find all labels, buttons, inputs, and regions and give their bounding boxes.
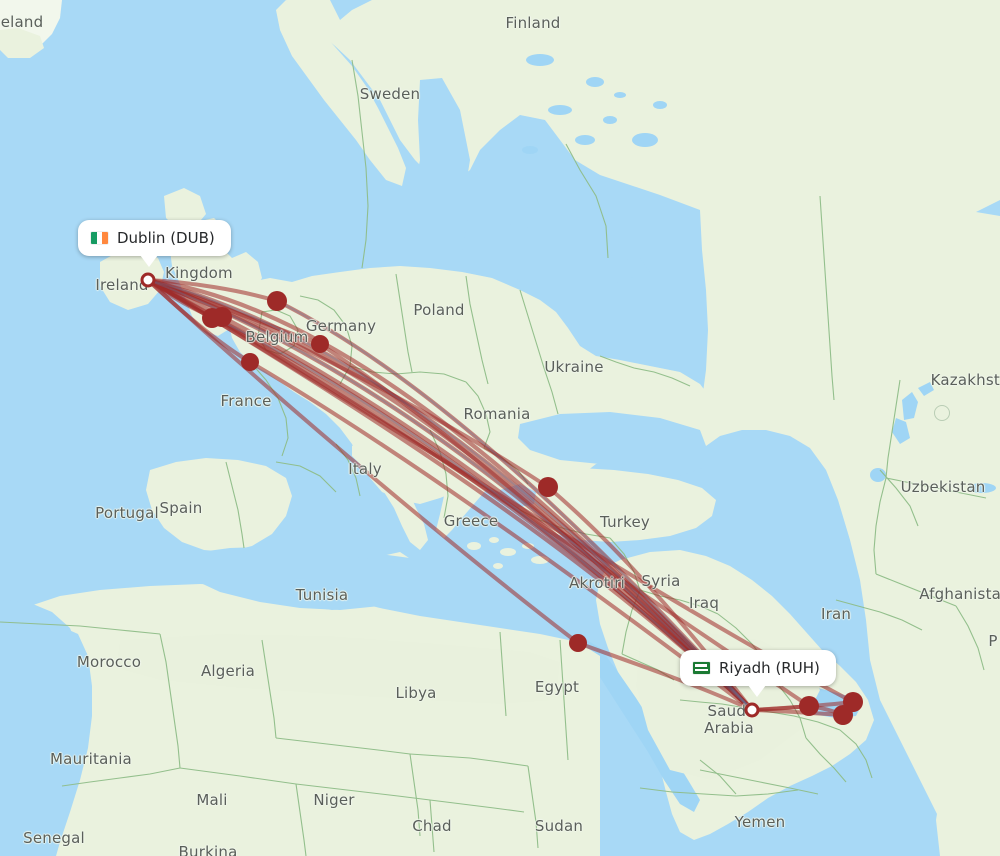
sa-flag-icon: [693, 662, 710, 674]
waypoint-london-b[interactable]: [212, 307, 232, 327]
waypoint-doha[interactable]: [799, 696, 819, 716]
destination-label-riyadh[interactable]: Riyadh (RUH): [680, 650, 836, 697]
origin-marker-dublin[interactable]: [140, 272, 156, 288]
origin-label-dublin[interactable]: Dublin (DUB): [78, 220, 231, 267]
waypoint-frankfurt[interactable]: [311, 335, 329, 353]
waypoint-abudhabi[interactable]: [833, 705, 853, 725]
lake-outline-icon: [934, 405, 950, 421]
waypoint-paris[interactable]: [241, 353, 259, 371]
waypoint-cairo[interactable]: [569, 634, 587, 652]
origin-label-text: Dublin (DUB): [117, 229, 215, 247]
waypoint-istanbul[interactable]: [538, 477, 558, 497]
destination-marker-riyadh[interactable]: [744, 702, 760, 718]
map-canvas: [0, 0, 1000, 856]
ie-flag-icon: [91, 232, 108, 244]
destination-label-text: Riyadh (RUH): [719, 659, 820, 677]
waypoint-amsterdam[interactable]: [267, 291, 287, 311]
flight-route-map[interactable]: eland Sweden Finland Ireland Kingdom Poland Ge…: [0, 0, 1000, 856]
